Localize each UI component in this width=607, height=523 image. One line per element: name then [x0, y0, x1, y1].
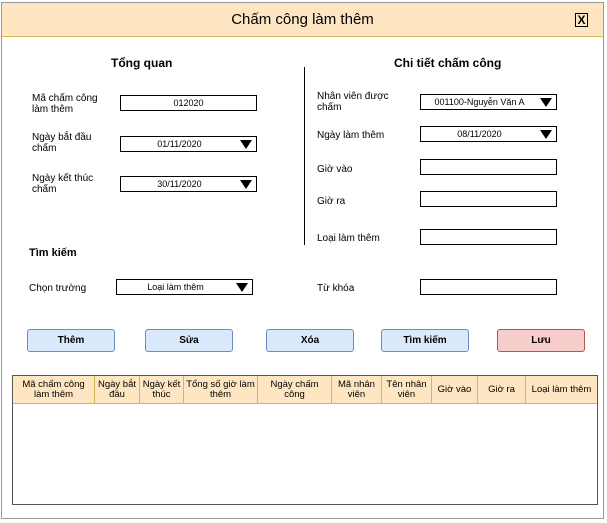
column-header[interactable]: Tên nhân viên [382, 376, 432, 404]
chevron-down-icon [240, 140, 252, 149]
chevron-down-icon [540, 130, 552, 139]
checkout-field[interactable] [420, 191, 557, 207]
end-date-dropdown[interactable]: 30/11/2020 [120, 176, 257, 192]
window-title: Chấm công làm thêm [231, 11, 374, 28]
end-date-value: 30/11/2020 [157, 179, 202, 189]
save-button[interactable]: Lưu [497, 329, 585, 352]
close-icon[interactable]: X [575, 13, 588, 27]
chevron-down-icon [240, 180, 252, 189]
checkin-field[interactable] [420, 159, 557, 175]
keyword-input[interactable] [420, 279, 557, 295]
ot-type-label: Loại làm thêm [317, 233, 380, 244]
section-divider [304, 67, 305, 245]
column-header[interactable]: Mã chấm công làm thêm [13, 376, 95, 404]
employee-dropdown[interactable]: 001100-Nguyễn Văn A [420, 94, 557, 110]
search-field-label: Chọn trường [29, 283, 87, 294]
code-label: Mã chấm công làm thêm [32, 93, 98, 115]
code-field[interactable]: 012020 [120, 95, 257, 111]
search-heading: Tìm kiếm [29, 247, 77, 259]
chevron-down-icon [540, 98, 552, 107]
chevron-down-icon [236, 283, 248, 292]
search-button[interactable]: Tìm kiếm [381, 329, 469, 352]
column-header[interactable]: Ngày chấm công [258, 376, 332, 404]
column-header[interactable]: Giờ vào [432, 376, 478, 404]
start-date-dropdown[interactable]: 01/11/2020 [120, 136, 257, 152]
ot-date-label: Ngày làm thêm [317, 130, 385, 141]
checkout-label: Giờ ra [317, 196, 346, 207]
column-header[interactable]: Mã nhân viên [332, 376, 382, 404]
search-field-value: Loại làm thêm [147, 282, 204, 292]
column-header[interactable]: Ngày kết thúc [140, 376, 184, 404]
ot-date-dropdown[interactable]: 08/11/2020 [420, 126, 557, 142]
column-header[interactable]: Tổng số giờ làm thêm [184, 376, 258, 404]
table-header: Mã chấm công làm thêm Ngày bắt đầu Ngày … [13, 376, 597, 404]
ot-type-field[interactable] [420, 229, 557, 245]
add-button[interactable]: Thêm [27, 329, 115, 352]
title-bar: Chấm công làm thêm X [2, 3, 603, 37]
overview-heading: Tổng quan [111, 56, 173, 70]
delete-button[interactable]: Xóa [266, 329, 354, 352]
keyword-label: Từ khóa [317, 283, 355, 294]
overtime-table: Mã chấm công làm thêm Ngày bắt đầu Ngày … [12, 375, 598, 505]
column-header[interactable]: Loại làm thêm [526, 376, 597, 404]
detail-heading: Chi tiết chấm công [394, 56, 502, 70]
employee-label: Nhân viên được chấm [317, 91, 389, 113]
edit-button[interactable]: Sửa [145, 329, 233, 352]
start-date-label: Ngày bắt đầu chấm [32, 132, 92, 154]
column-header[interactable]: Giờ ra [478, 376, 526, 404]
employee-value: 001100-Nguyễn Văn A [434, 97, 525, 107]
start-date-value: 01/11/2020 [157, 139, 202, 149]
overtime-window: Chấm công làm thêm X Tổng quan Mã chấm c… [1, 2, 604, 519]
end-date-label: Ngày kết thúc chấm [32, 173, 94, 195]
search-field-dropdown[interactable]: Loại làm thêm [116, 279, 253, 295]
ot-date-value: 08/11/2020 [457, 129, 502, 139]
column-header[interactable]: Ngày bắt đầu [95, 376, 140, 404]
checkin-label: Giờ vào [317, 164, 353, 175]
